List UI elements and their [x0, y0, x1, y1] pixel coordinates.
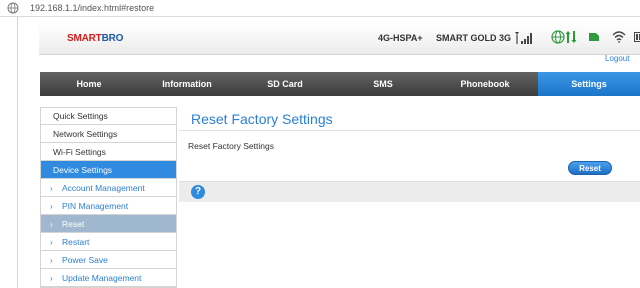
network-type-status: 4G-HSPA+: [378, 33, 423, 43]
sidebar-item-update-management[interactable]: › Update Management: [40, 269, 177, 287]
tab-phonebook[interactable]: Phonebook: [432, 72, 538, 96]
sidebar-item-restart[interactable]: › Restart: [40, 233, 177, 251]
tab-settings[interactable]: Settings: [538, 72, 640, 96]
sidebar-item-pin-management[interactable]: › PIN Management: [40, 197, 177, 215]
tab-information[interactable]: Information: [138, 72, 236, 96]
main-navigation: Home Information SD Card SMS Phonebook S…: [40, 72, 640, 96]
sidebar-item-device-settings[interactable]: Device Settings: [40, 161, 177, 179]
chevron-right-icon: ›: [50, 256, 53, 265]
sidebar-item-account-management[interactable]: › Account Management: [40, 179, 177, 197]
sidebar-item-label: Account Management: [62, 183, 145, 193]
reset-button[interactable]: Reset: [568, 161, 612, 175]
sim-icon: [589, 33, 599, 41]
battery-icon: [634, 32, 640, 42]
url-text[interactable]: 192.168.1.1/index.html#restore: [30, 3, 154, 13]
operator-status: SMART GOLD 3G: [436, 33, 512, 43]
help-bar: ?: [179, 181, 640, 202]
sidebar-item-label: Update Management: [62, 273, 142, 283]
page-title: Reset Factory Settings: [191, 111, 333, 127]
tab-home[interactable]: Home: [40, 72, 138, 96]
title-divider: [179, 130, 640, 131]
logout-link[interactable]: Logout: [605, 54, 629, 63]
router-admin-page: SMARTBRO 4G-HSPA+ SMART GOLD 3G Logout H…: [19, 17, 640, 288]
sidebar-item-label: Restart: [62, 237, 90, 247]
browser-left-edge: [0, 17, 18, 288]
chevron-right-icon: ›: [50, 202, 53, 211]
settings-sidebar: Quick Settings Network Settings Wi-Fi Se…: [40, 107, 177, 288]
wifi-icon: [612, 31, 626, 43]
help-icon[interactable]: ?: [191, 185, 205, 199]
globe-icon: [7, 2, 19, 14]
sidebar-item-label: Power Save: [62, 255, 108, 265]
brand-part-smart: SMART: [67, 33, 102, 44]
sidebar-item-label: Reset: [62, 219, 85, 229]
sidebar-item-network-settings[interactable]: Network Settings: [40, 125, 177, 143]
tab-sms[interactable]: SMS: [334, 72, 432, 96]
updown-arrows-icon: [565, 31, 577, 43]
signal-icon: [515, 32, 532, 44]
sidebar-item-quick-settings[interactable]: Quick Settings: [40, 107, 177, 125]
chevron-right-icon: ›: [50, 238, 53, 247]
internet-globe-icon: [551, 30, 565, 44]
sidebar-item-wifi-settings[interactable]: Wi-Fi Settings: [40, 143, 177, 161]
sidebar-item-reset[interactable]: › Reset: [40, 215, 177, 233]
tab-sd-card[interactable]: SD Card: [236, 72, 334, 96]
header-bar: SMARTBRO 4G-HSPA+ SMART GOLD 3G: [39, 23, 640, 55]
section-label: Reset Factory Settings: [188, 141, 274, 151]
brand-logo: SMARTBRO: [67, 33, 123, 44]
chevron-right-icon: ›: [50, 274, 53, 283]
browser-address-bar[interactable]: 192.168.1.1/index.html#restore: [0, 0, 640, 17]
brand-part-bro: BRO: [101, 33, 124, 44]
chevron-right-icon: ›: [50, 184, 53, 193]
chevron-right-icon: ›: [50, 220, 53, 229]
sidebar-item-power-save[interactable]: › Power Save: [40, 251, 177, 269]
sidebar-item-label: PIN Management: [62, 201, 129, 211]
